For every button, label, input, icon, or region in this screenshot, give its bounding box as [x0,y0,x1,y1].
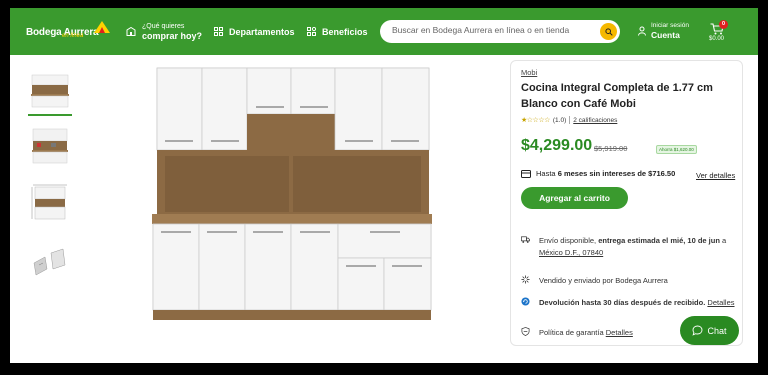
cart-count-badge: 0 [719,20,728,29]
product-main-image[interactable] [140,60,442,326]
benefits-menu[interactable]: Beneficios [307,8,368,55]
kitchen-thumbnail-dimensions-image [31,184,67,220]
shipping-location-link[interactable]: México D.F., 07840 [539,248,603,257]
original-price: $5,919.00 [594,144,628,153]
product-info-panel: Mobi Cocina Integral Completa de 1.77 cm… [510,60,743,346]
returns-icon [521,297,530,306]
benefits-icon [307,27,316,36]
ratings-count-link[interactable]: 2 calificaciones [573,117,617,124]
warranty-text: Política de garantía [539,328,604,337]
store-selector-line1: ¿Qué quieres [142,22,185,30]
warranty-details-link[interactable]: Detalles [606,328,633,337]
thumbnail-selected-indicator [28,114,72,116]
shield-icon [521,327,530,336]
spark-icon [521,275,530,284]
logo[interactable]: Bodega Aurrera en línea [26,21,110,42]
search-bar [380,20,620,43]
delivery-truck-icon [521,236,530,243]
benefits-label: Beneficios [322,26,368,37]
departments-label: Departamentos [229,26,295,37]
installments-terms: 6 meses sin intereses de $716.50 [557,169,676,178]
product-page: Bodega Aurrera en línea ¿Qué quieres com… [10,8,758,363]
shipping-prefix: Envío disponible, [539,236,599,245]
credit-card-icon [521,169,531,178]
site-header: Bodega Aurrera en línea ¿Qué quieres com… [10,8,758,55]
logo-subtext: en línea [62,33,84,39]
kitchen-thumbnail-styled-image [32,128,68,164]
logo-mark-icon [94,21,110,33]
lower-cabinets [152,223,432,320]
rating-stars-icon: ★☆☆☆☆ [521,117,550,124]
kitchen-thumbnail-parts-image [33,248,66,276]
add-to-cart-button[interactable]: Agregar al carrito [521,187,628,209]
thumbnail-1[interactable] [30,71,70,111]
store-selector-line2: comprar hoy? [142,30,203,41]
installments-info: Hasta 6 meses sin intereses de $716.50 [521,169,675,178]
thumbnail-4[interactable] [30,240,70,280]
account-line2: Cuenta [651,30,680,40]
store-icon [126,27,136,36]
kitchen-thumbnail-front-image [31,74,69,108]
grid-icon [214,27,223,36]
shipping-estimate: entrega estimada el mié, 10 de jun [598,236,720,245]
departments-menu[interactable]: Departamentos [214,8,295,55]
rating-value: (1.0) [552,116,567,124]
wood-backsplash [157,150,429,214]
savings-badge: Ahorra $1,620.00 [656,145,697,154]
rating-divider [569,116,571,124]
sold-by-text: Vendido y enviado por Bodega Aurrera [539,276,668,285]
cart-button[interactable]: 0 $0.00 [709,19,731,47]
user-icon [638,26,646,36]
brand-link[interactable]: Mobi [521,68,537,77]
account-menu[interactable]: Iniciar sesión Cuenta [638,22,689,40]
search-input[interactable] [392,25,592,35]
installments-prefix: Hasta [536,169,558,178]
shipping-suffix: a [719,236,727,245]
account-line1: Iniciar sesión [651,22,689,29]
chat-button[interactable]: Chat [680,316,739,345]
search-icon [604,27,613,36]
thumbnail-3[interactable] [30,183,70,223]
chat-label: Chat [707,325,727,336]
countertop [152,214,432,224]
current-price: $4,299.00 [521,137,593,154]
store-selector[interactable]: ¿Qué quieres comprar hoy? [126,8,202,55]
rating-summary: ★☆☆☆☆ (1.0) 2 calificaciones [521,116,617,124]
search-button[interactable] [600,23,617,40]
cart-total: $0.00 [709,36,725,42]
returns-text: Devolución hasta 30 días después de reci… [539,298,706,307]
returns-details-link[interactable]: Detalles [707,298,734,307]
installments-details-link[interactable]: Ver detalles [696,171,735,180]
product-title: Cocina Integral Completa de 1.77 cm Blan… [521,82,713,110]
upper-cabinets [156,67,430,151]
thumbnail-2[interactable] [30,126,70,166]
chat-bubble-icon [692,325,703,336]
